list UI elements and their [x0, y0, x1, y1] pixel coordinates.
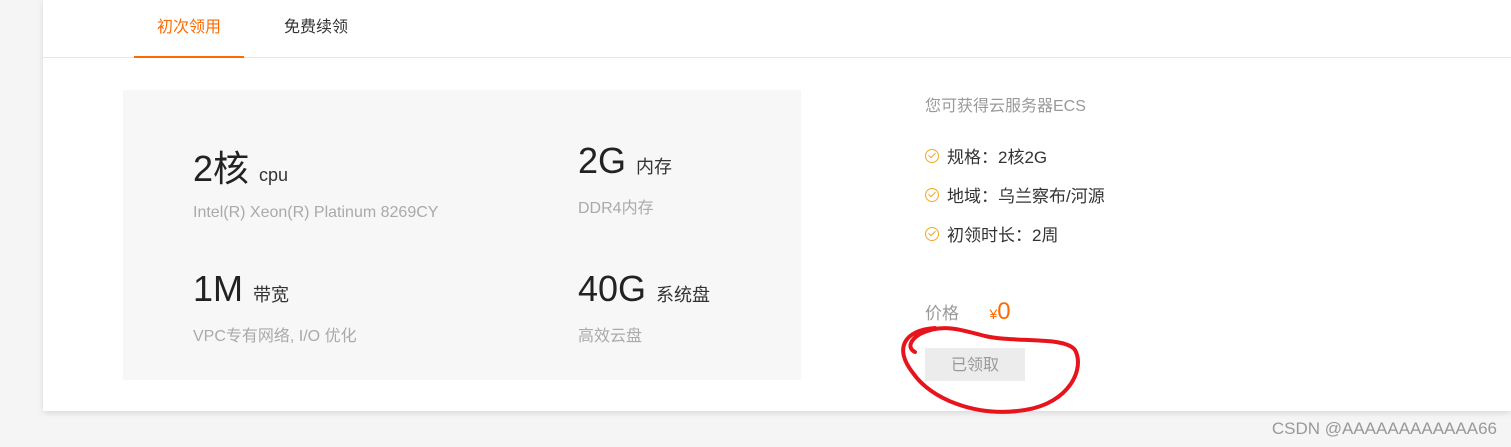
spec-memory-unit: 内存 — [636, 157, 673, 177]
ecs-info: 您可获得云服务器ECS 规格：2核2G 地域：乌兰察布/河源 初领时长：2周 — [925, 92, 1105, 253]
tab-first-claim[interactable]: 初次领用 — [134, 0, 244, 58]
info-item-label: 规格：2核2G — [947, 148, 1048, 167]
info-item-duration: 初领时长：2周 — [925, 214, 1105, 253]
spec-memory-detail: DDR4内存 — [578, 200, 654, 217]
info-title: 您可获得云服务器ECS — [925, 98, 1086, 115]
spec-bandwidth-detail: VPC专有网络, I/O 优化 — [193, 328, 357, 345]
red-circle-annotation — [901, 326, 1080, 414]
spec-cpu: 2核 cpu Intel(R) Xeon(R) Platinum 8269CY — [193, 140, 438, 222]
spec-disk-unit: 系统盘 — [656, 285, 711, 305]
info-item-spec: 规格：2核2G — [925, 136, 1105, 175]
spec-bandwidth-unit: 带宽 — [253, 285, 290, 305]
spec-cpu-detail: Intel(R) Xeon(R) Platinum 8269CY — [193, 204, 439, 221]
spec-memory-value: 2G — [578, 140, 627, 181]
info-list: 规格：2核2G 地域：乌兰察布/河源 初领时长：2周 — [925, 136, 1105, 253]
check-circle-icon — [925, 187, 939, 202]
info-item-region: 地域：乌兰察布/河源 — [925, 175, 1105, 214]
check-circle-icon — [925, 226, 939, 241]
watermark: CSDN @AAAAAAAAAAAA66 — [1271, 419, 1497, 438]
spec-disk: 40G 系统盘 高效云盘 — [578, 268, 710, 346]
spec-cpu-unit: cpu — [259, 165, 289, 185]
spec-memory: 2G 内存 DDR4内存 — [578, 140, 672, 218]
resource-card: 初次领用 免费续领 2核 cpu Intel(R) Xeon(R) Platinu… — [43, 0, 1511, 411]
spec-cpu-value: 2核 — [193, 148, 250, 189]
spec-bandwidth: 1M 带宽 VPC专有网络, I/O 优化 — [193, 268, 357, 346]
spec-panel: 2核 cpu Intel(R) Xeon(R) Platinum 8269CY 2… — [123, 90, 801, 380]
tab-bar: 初次领用 免费续领 — [43, 0, 1511, 58]
info-item-label: 地域：乌兰察布/河源 — [947, 187, 1105, 206]
spec-disk-detail: 高效云盘 — [578, 328, 643, 345]
tab-free-renewal[interactable]: 免费续领 — [266, 0, 366, 57]
check-circle-icon — [925, 148, 939, 163]
spec-bandwidth-value: 1M — [193, 268, 244, 309]
spec-disk-value: 40G — [578, 268, 647, 309]
info-item-label: 初领时长：2周 — [947, 226, 1059, 245]
